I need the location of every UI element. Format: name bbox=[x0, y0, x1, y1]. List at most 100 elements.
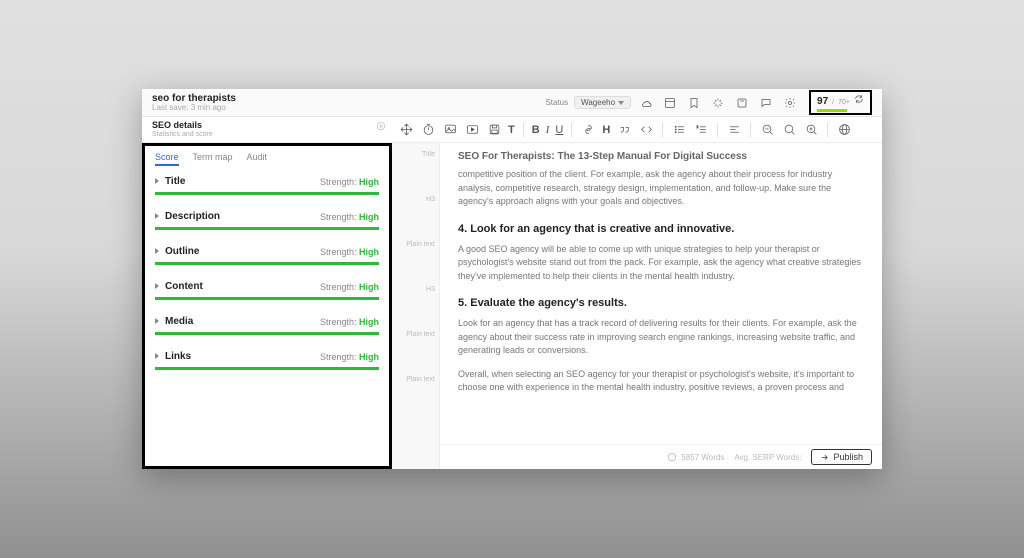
gutter-label-plain: Plain text bbox=[406, 241, 435, 248]
seo-details-header: SEO details Statistics and score bbox=[142, 119, 392, 141]
content-column: Title H3 Plain text H3 Plain text Plain … bbox=[392, 143, 882, 469]
text-tool[interactable]: T bbox=[508, 124, 515, 136]
status-value: Wageeho bbox=[581, 98, 615, 107]
body-area: Score Term map Audit Title Strength: Hig… bbox=[142, 143, 882, 469]
underline-button[interactable]: U bbox=[555, 124, 563, 136]
caret-right-icon bbox=[155, 316, 159, 327]
document-title-area: seo for therapists Last save: 3 min ago bbox=[152, 93, 537, 113]
seo-score-value: 97 bbox=[817, 96, 828, 107]
word-count: 5857 Words bbox=[667, 452, 724, 462]
gutter-label-plain: Plain text bbox=[406, 376, 435, 383]
status-label: Status bbox=[545, 98, 568, 107]
seo-score-bar bbox=[817, 109, 847, 112]
link-icon[interactable] bbox=[580, 122, 596, 138]
sparkle-icon[interactable] bbox=[711, 96, 725, 110]
second-row: SEO details Statistics and score T B I U… bbox=[142, 117, 882, 143]
score-list: Title Strength: High Description Strengt… bbox=[145, 170, 389, 376]
timer-icon[interactable] bbox=[420, 122, 436, 138]
caret-right-icon bbox=[155, 211, 159, 222]
last-saved-label: Last save: 3 min ago bbox=[152, 104, 537, 113]
app-window: seo for therapists Last save: 3 min ago … bbox=[142, 89, 882, 469]
quote-icon[interactable] bbox=[616, 122, 632, 138]
paragraph: competitive position of the client. For … bbox=[458, 168, 864, 209]
topbar-icon-group bbox=[639, 96, 797, 110]
gutter-label-title: Title bbox=[422, 151, 435, 158]
score-item-title[interactable]: Title Strength: High bbox=[155, 176, 379, 195]
seo-details-title: SEO details bbox=[152, 121, 382, 131]
seo-score-sidebar: Score Term map Audit Title Strength: Hig… bbox=[142, 143, 392, 469]
publish-button[interactable]: Publish bbox=[811, 449, 872, 465]
bold-button[interactable]: B bbox=[532, 124, 540, 136]
sidebar-tabs: Score Term map Audit bbox=[145, 146, 389, 170]
score-item-media[interactable]: Media Strength: High bbox=[155, 316, 379, 335]
refresh-icon[interactable] bbox=[854, 94, 864, 107]
cloud-icon[interactable] bbox=[639, 96, 653, 110]
note-icon[interactable] bbox=[735, 96, 749, 110]
tab-audit[interactable]: Audit bbox=[247, 152, 268, 166]
code-icon[interactable] bbox=[638, 122, 654, 138]
caret-right-icon bbox=[155, 176, 159, 187]
editor-canvas[interactable]: SEO For Therapists: The 13-Step Manual F… bbox=[440, 143, 882, 444]
close-panel-icon[interactable] bbox=[376, 121, 386, 134]
heading-button[interactable]: H bbox=[602, 124, 610, 136]
strength-bar bbox=[155, 227, 379, 230]
move-icon[interactable] bbox=[398, 122, 414, 138]
caret-right-icon bbox=[155, 281, 159, 292]
gutter-label-plain: Plain text bbox=[406, 331, 435, 338]
toolbar-separator bbox=[750, 123, 751, 137]
tab-term-map[interactable]: Term map bbox=[193, 152, 233, 166]
serp-words: Avg. SERP Words: bbox=[734, 453, 801, 462]
zoom-in-icon[interactable] bbox=[803, 122, 819, 138]
status-area: Status Wageeho bbox=[545, 96, 631, 109]
image-icon[interactable] bbox=[442, 122, 458, 138]
score-item-description[interactable]: Description Strength: High bbox=[155, 211, 379, 230]
toolbar-separator bbox=[523, 123, 524, 137]
numbered-list-icon[interactable]: 1 bbox=[693, 122, 709, 138]
gear-icon[interactable] bbox=[783, 96, 797, 110]
score-item-links[interactable]: Links Strength: High bbox=[155, 351, 379, 370]
search-icon[interactable] bbox=[781, 122, 797, 138]
gutter-label-h3: H3 bbox=[426, 286, 435, 293]
strength-bar bbox=[155, 262, 379, 265]
seo-score-widget[interactable]: 97 / 70+ bbox=[809, 90, 872, 115]
zoom-out-icon[interactable] bbox=[759, 122, 775, 138]
bookmark-icon[interactable] bbox=[687, 96, 701, 110]
chevron-down-icon bbox=[618, 98, 624, 107]
toolbar-separator bbox=[662, 123, 663, 137]
strength-bar bbox=[155, 192, 379, 195]
video-icon[interactable] bbox=[464, 122, 480, 138]
toolbar-separator bbox=[827, 123, 828, 137]
document-heading: SEO For Therapists: The 13-Step Manual F… bbox=[458, 151, 864, 162]
svg-text:1: 1 bbox=[696, 125, 698, 129]
paragraph: A good SEO agency will be able to come u… bbox=[458, 243, 864, 284]
strength-bar bbox=[155, 367, 379, 370]
strength-bar bbox=[155, 297, 379, 300]
strength-bar bbox=[155, 332, 379, 335]
score-item-outline[interactable]: Outline Strength: High bbox=[155, 246, 379, 265]
toolbar-separator bbox=[717, 123, 718, 137]
caret-right-icon bbox=[155, 351, 159, 362]
caret-right-icon bbox=[155, 246, 159, 257]
paragraph: Overall, when selecting an SEO agency fo… bbox=[458, 368, 864, 395]
seo-score-separator: / bbox=[832, 99, 834, 106]
comment-icon[interactable] bbox=[759, 96, 773, 110]
heading-5: 5. Evaluate the agency's results. bbox=[458, 297, 864, 309]
globe-icon[interactable] bbox=[836, 122, 852, 138]
topbar: seo for therapists Last save: 3 min ago … bbox=[142, 89, 882, 117]
bullet-list-icon[interactable] bbox=[671, 122, 687, 138]
block-type-gutter: Title H3 Plain text H3 Plain text Plain … bbox=[392, 143, 440, 469]
editor-footer: 5857 Words Avg. SERP Words: Publish bbox=[440, 444, 882, 469]
heading-4: 4. Look for an agency that is creative a… bbox=[458, 223, 864, 235]
toolbar-separator bbox=[571, 123, 572, 137]
save-icon[interactable] bbox=[486, 122, 502, 138]
align-icon[interactable] bbox=[726, 122, 742, 138]
status-dropdown[interactable]: Wageeho bbox=[574, 96, 631, 109]
layout-icon[interactable] bbox=[663, 96, 677, 110]
score-item-content[interactable]: Content Strength: High bbox=[155, 281, 379, 300]
italic-button[interactable]: I bbox=[546, 124, 550, 136]
seo-details-subtitle: Statistics and score bbox=[152, 131, 382, 139]
paragraph: Look for an agency that has a track reco… bbox=[458, 317, 864, 358]
gutter-label-h3: H3 bbox=[426, 196, 435, 203]
tab-score[interactable]: Score bbox=[155, 152, 179, 166]
editor-toolbar: T B I U H 1 bbox=[392, 122, 882, 138]
